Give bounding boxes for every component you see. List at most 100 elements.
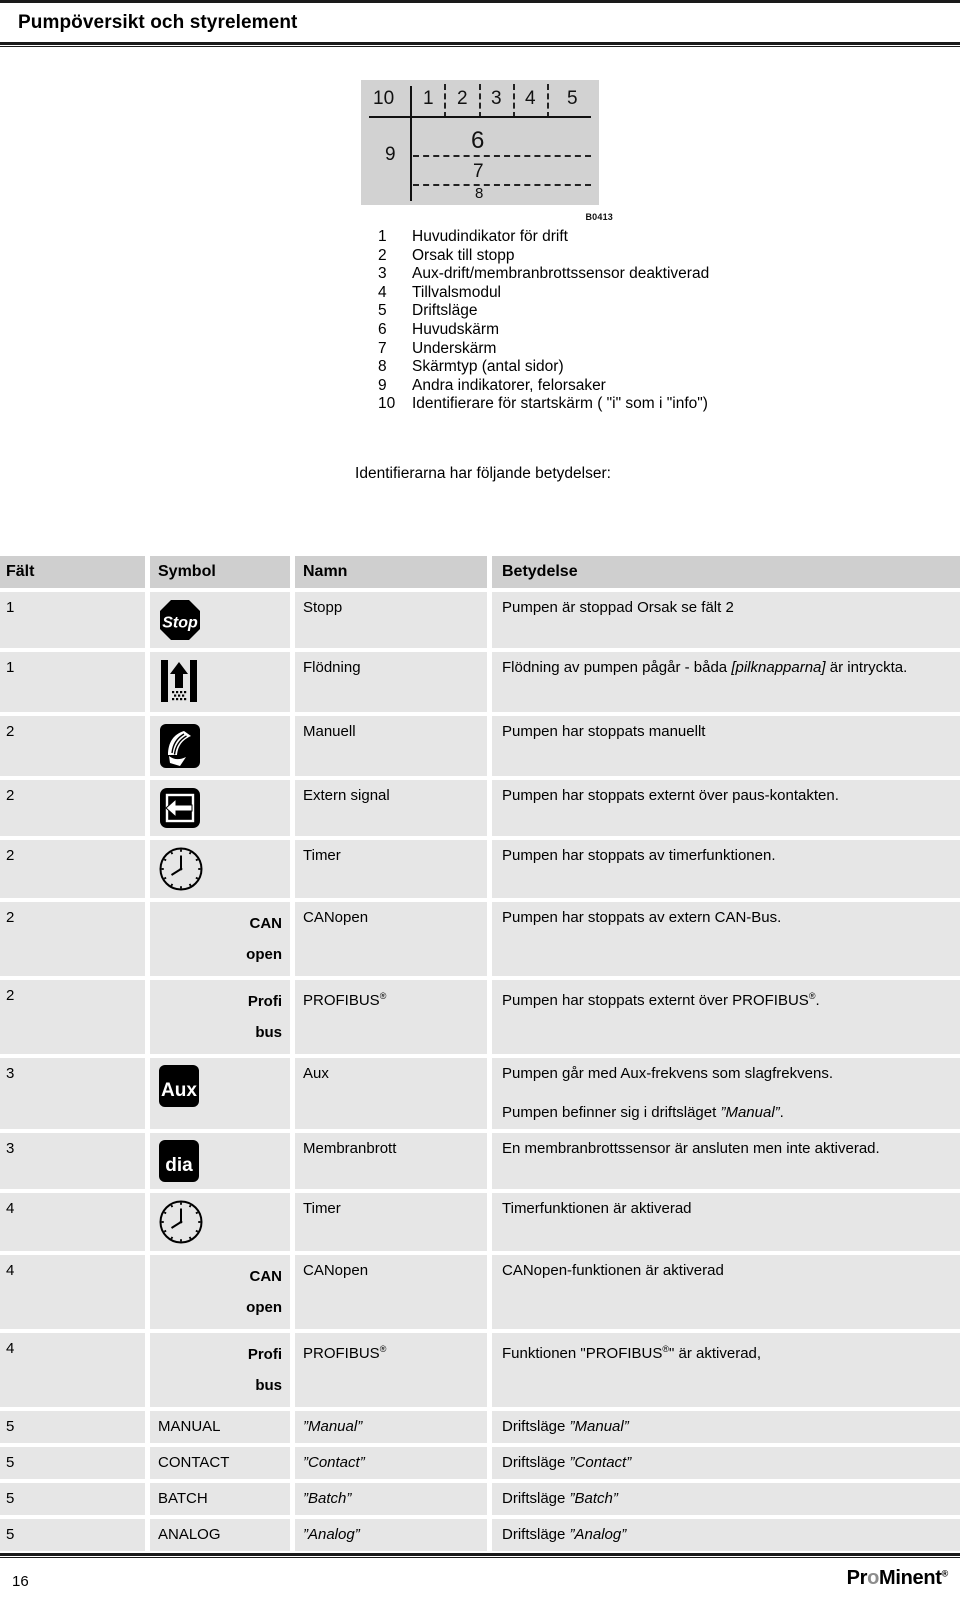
svg-text:Stop: Stop (162, 615, 198, 632)
cell-symbol: Profi bus (150, 1333, 290, 1407)
legend-item: 4 Tillvalsmodul (378, 284, 960, 303)
cell-namn: Aux (295, 1058, 487, 1129)
namn-label: Extern signal (303, 787, 390, 804)
column-header-betydelse: Betydelse (492, 556, 960, 588)
symbol-text: BATCH (158, 1489, 282, 1509)
svg-text:Aux: Aux (161, 1080, 197, 1101)
cell-namn: Extern signal (295, 780, 487, 836)
tick-divider-4 (547, 84, 549, 118)
legend-item: 5 Driftsläge (378, 302, 960, 321)
legend-item-number: 1 (378, 228, 387, 245)
cell-namn: Stopp (295, 592, 487, 648)
figure-left-separator (410, 86, 412, 201)
betydelse-text: Timerfunktionen är aktiverad (502, 1200, 692, 1217)
stop-sign-icon: Stop (160, 600, 200, 640)
legend-item: 6 Huvudskärm (378, 321, 960, 340)
clock-icon (159, 847, 203, 891)
tick-divider-3 (513, 84, 515, 118)
legend-item: 10 Identifierare för startskärm ( "i" som… (378, 395, 960, 414)
figure-label-4: 4 (525, 88, 536, 109)
betydelse-part: Pumpen befinner sig i driftsläget (502, 1104, 721, 1121)
betydelse-text-secondary: Pumpen befinner sig i driftsläget ”Manua… (502, 1103, 950, 1123)
symbol-text: MANUAL (158, 1417, 282, 1437)
table-row: 4 Profi bus PROFIBUS® Funktionen "PROFIBUS®"… (0, 1333, 960, 1407)
cell-falt: 5 (0, 1519, 145, 1551)
betydelse-text: Flödning av pumpen pågår - båda [pilknap… (502, 658, 950, 678)
legend-item-label: Driftsläge (412, 302, 478, 320)
cell-betydelse: Flödning av pumpen pågår - båda [pilknap… (492, 652, 960, 712)
namn-label: Aux (303, 1065, 329, 1082)
legend-item-number: 9 (378, 376, 387, 394)
cell-symbol: Stop (150, 592, 290, 648)
legend-item-label: Huvudindikator för drift (412, 228, 568, 245)
betydelse-part: Driftsläge (502, 1490, 570, 1507)
figure-label-3: 3 (491, 88, 502, 109)
table-row: 5 MANUAL ”Manual” Driftsläge ”Manual” (0, 1411, 960, 1443)
cell-betydelse: Pumpen går med Aux-frekvens som slagfrek… (492, 1058, 960, 1129)
figure-label-5: 5 (567, 88, 578, 109)
cell-falt: 2 (0, 716, 145, 776)
cell-namn: ”Analog” (295, 1519, 487, 1551)
header-rule-bottom-thin (0, 46, 960, 47)
cell-betydelse: Pumpen har stoppats av timerfunktionen. (492, 840, 960, 898)
legend-item-number: 3 (378, 265, 387, 283)
cell-namn: PROFIBUS® (295, 980, 487, 1054)
figure-label-7: 7 (473, 161, 484, 182)
namn-label: Flödning (303, 659, 361, 676)
table-row: 3 dia Membranbrott En membranbrottssensor ä… (0, 1133, 960, 1189)
namn-label: Stopp (303, 599, 343, 616)
cell-betydelse: Driftsläge ”Batch” (492, 1483, 960, 1515)
header-rule-bottom (0, 42, 960, 45)
cell-betydelse: En membranbrottssensor är ansluten men i… (492, 1133, 960, 1189)
betydelse-part: " är aktiverad, (669, 1345, 762, 1362)
namn-label: ”Analog” (303, 1526, 360, 1543)
betydelse-emphasis: ”Batch” (569, 1490, 618, 1507)
cell-namn: Membranbrott (295, 1133, 487, 1189)
betydelse-part: Driftsläge (502, 1526, 570, 1543)
logo-pre: Pr (846, 1567, 868, 1589)
symbol-text-line: open (246, 1299, 282, 1316)
cell-falt: 4 (0, 1333, 145, 1407)
betydelse-text: Pumpen har stoppats av extern CAN-Bus. (502, 909, 782, 926)
namn-label: Manuell (303, 723, 356, 740)
priming-arrow-icon (161, 660, 197, 702)
symbol-text-line: ANALOG (158, 1526, 221, 1543)
betydelse-emphasis: [pilknapparna] (731, 659, 826, 676)
page-number: 16 (12, 1573, 29, 1590)
external-signal-icon (160, 788, 200, 828)
symbol-text-line: CAN (249, 1268, 283, 1285)
legend-item-label: Andra indikatorer, felorsaker (412, 376, 606, 394)
legend-item-number: 5 (378, 302, 387, 320)
tick-divider-1 (444, 84, 446, 118)
logo-o: o (867, 1567, 880, 1589)
table-row: 2 Manuell Pumpen har stoppats manuellt (0, 716, 960, 776)
betydelse-text: Funktionen "PROFIBUS®" är aktiverad, (502, 1339, 950, 1364)
namn-label: PROFIBUS (303, 992, 380, 1009)
page-header: Pumpöversikt och styrelement (0, 0, 960, 47)
display-figure: 10 1 2 3 4 5 9 6 7 8 B0413 (0, 80, 960, 222)
betydelse-text: En membranbrottssensor är ansluten men i… (502, 1140, 880, 1157)
betydelse-part: är intryckta. (825, 659, 908, 676)
cell-betydelse: CANopen-funktionen är aktiverad (492, 1255, 960, 1329)
cell-falt: 2 (0, 840, 145, 898)
column-header-symbol: Symbol (150, 556, 290, 588)
tick-divider-2 (479, 84, 481, 118)
cell-falt: 2 (0, 980, 145, 1054)
symbol-text: CAN open (158, 908, 282, 970)
cell-falt: 3 (0, 1058, 145, 1129)
namn-label: CANopen (303, 1262, 369, 1279)
legend-item-number: 8 (378, 358, 387, 376)
cell-namn: CANopen (295, 902, 487, 976)
cell-symbol (150, 716, 290, 776)
legend-item: 7 Underskärm (378, 340, 960, 359)
symbol-text: Profi bus (158, 986, 282, 1048)
betydelse-text: Pumpen har stoppats av timerfunktionen. (502, 847, 776, 864)
logo-registered: ® (941, 1568, 949, 1579)
cell-symbol: MANUAL (150, 1411, 290, 1443)
figure-label-1: 1 (423, 88, 434, 109)
intro-text: Identifierarna har följande betydelser: (0, 465, 960, 483)
symbol-text-line: CAN (249, 915, 283, 932)
betydelse-text: Driftsläge ”Analog” (502, 1525, 950, 1545)
figure-dash-1 (413, 155, 591, 157)
table-row: 3 Aux Aux Pumpen går med Aux-frekvens som s… (0, 1058, 960, 1129)
